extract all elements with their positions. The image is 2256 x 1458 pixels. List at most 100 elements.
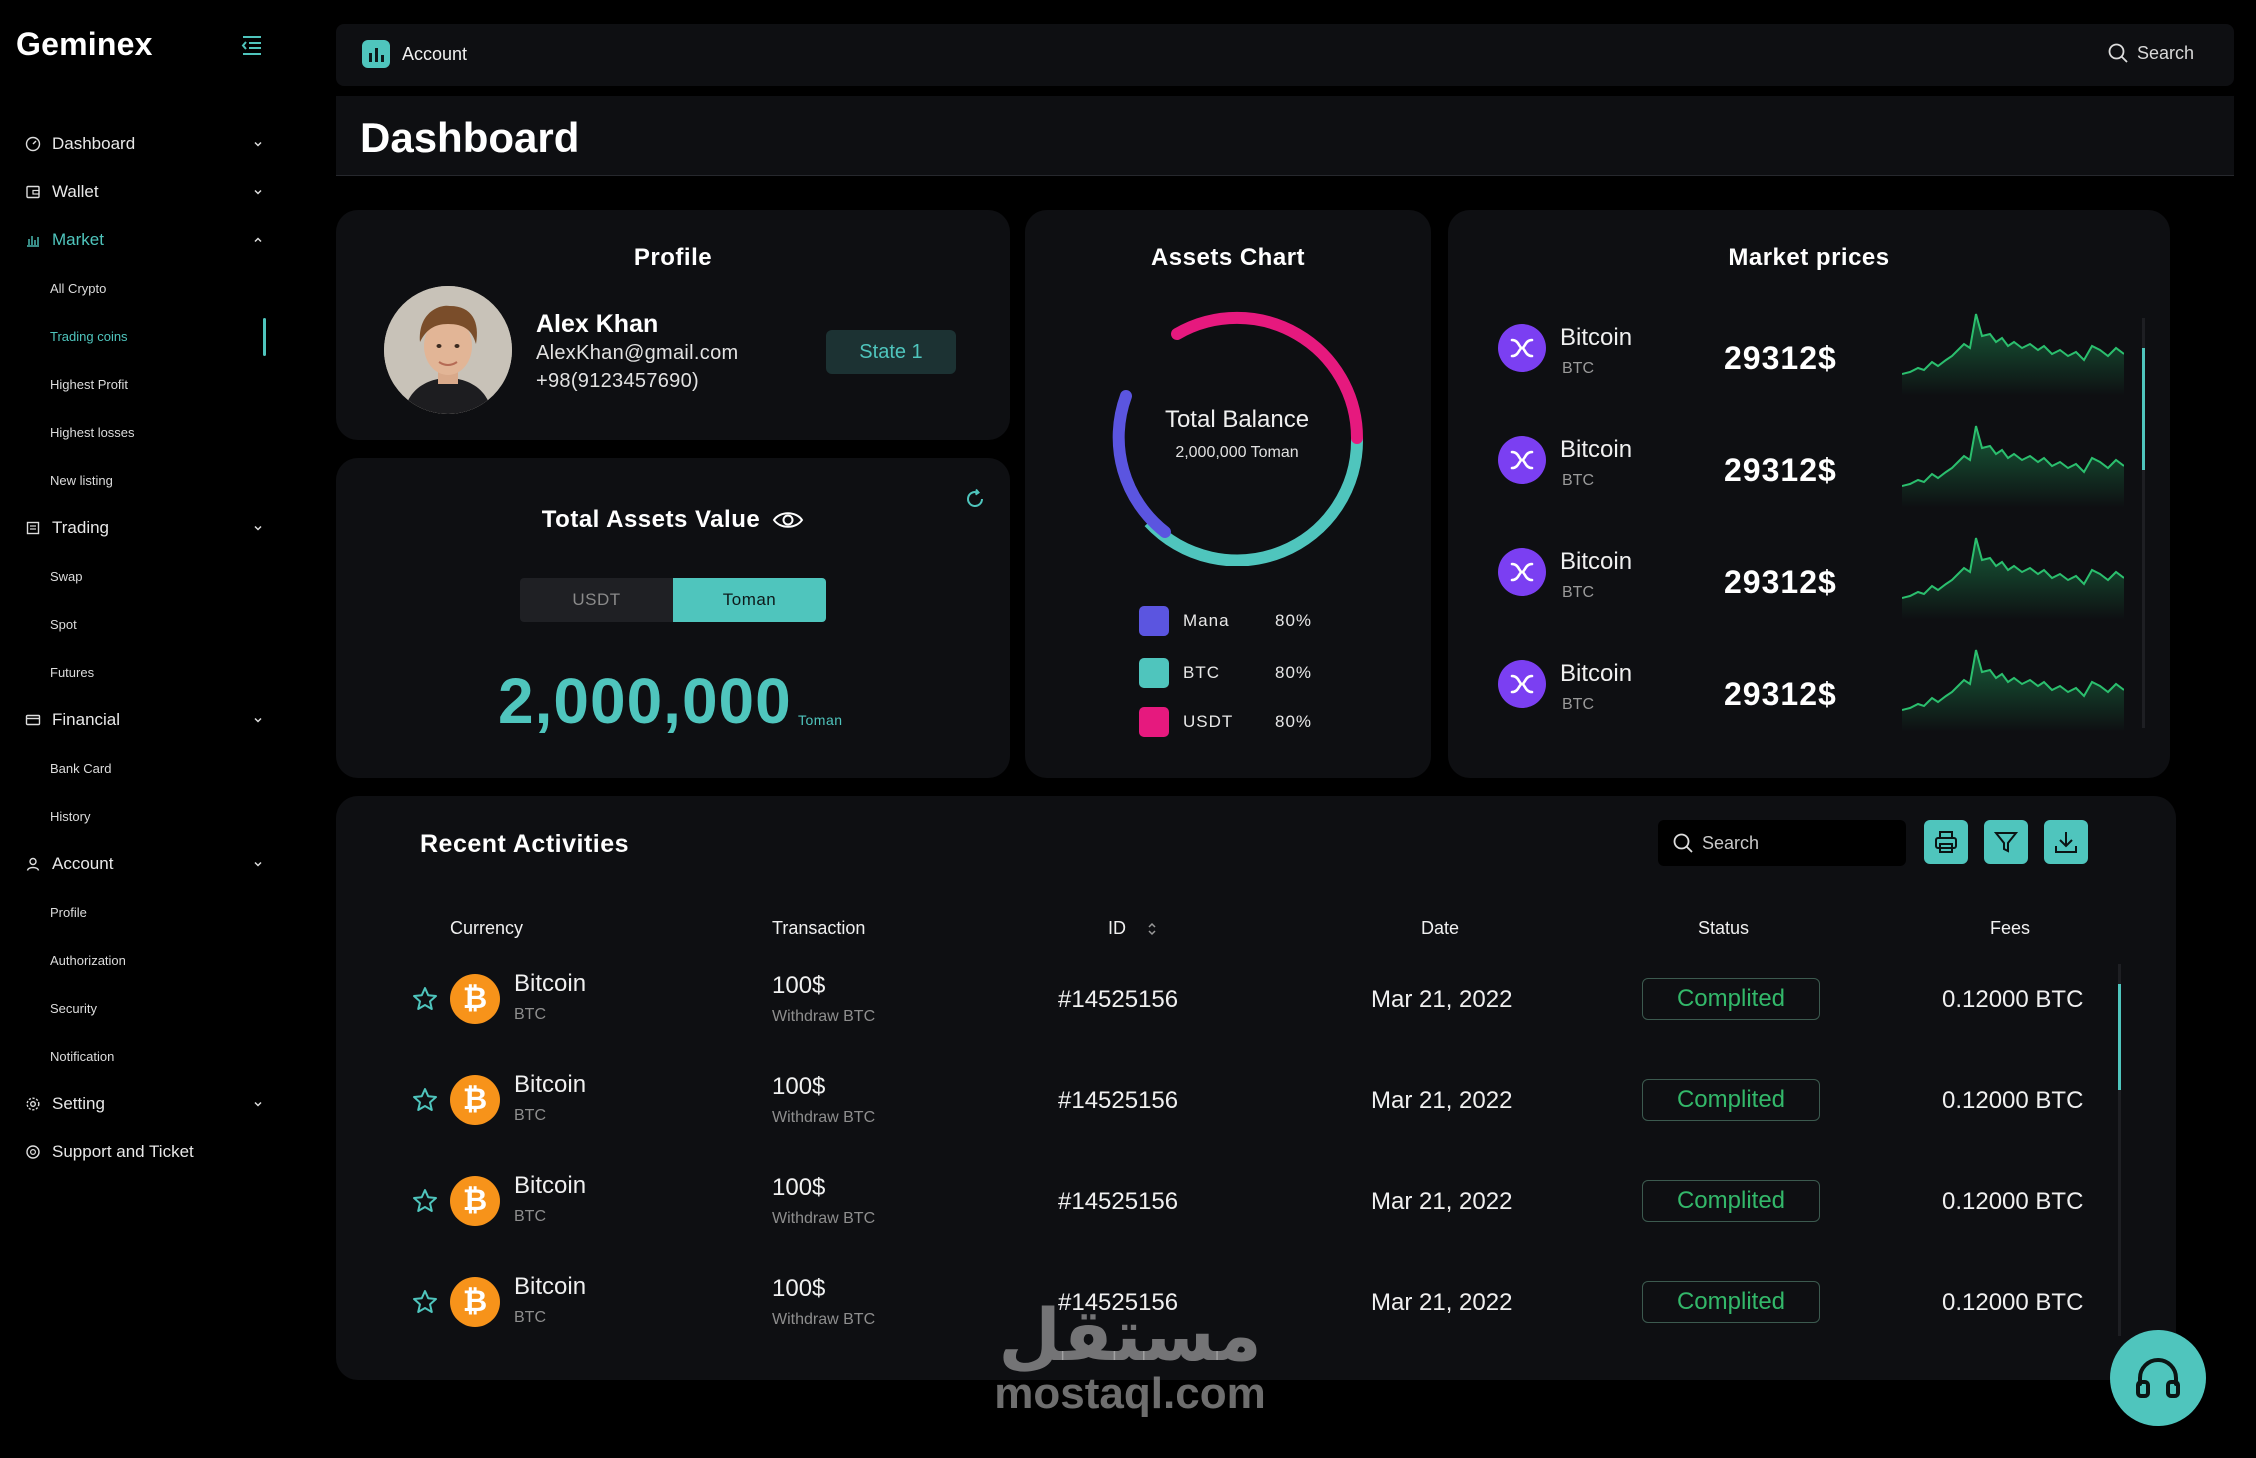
star-icon[interactable]: [412, 1289, 438, 1315]
transaction-amount: 100$: [772, 1073, 826, 1100]
sidebar-sub-swap[interactable]: Swap: [50, 564, 83, 588]
table-scrollbar-thumb[interactable]: [2118, 984, 2121, 1090]
transaction-amount: 100$: [772, 1275, 826, 1302]
sidebar-item-dashboard[interactable]: Dashboard: [24, 126, 264, 162]
market-row[interactable]: Bitcoin BTC 29312$: [1498, 530, 2124, 620]
col-label: Transaction: [772, 918, 866, 938]
state-button[interactable]: State 1: [826, 330, 956, 374]
sidebar-sub-history[interactable]: History: [50, 804, 90, 828]
col-header-currency[interactable]: Currency: [450, 918, 523, 939]
chevron-down-icon: [254, 141, 262, 147]
sidebar-item-setting[interactable]: Setting: [24, 1086, 264, 1122]
sidebar-item-market[interactable]: Market: [24, 222, 264, 258]
recent-search-input[interactable]: Search: [1658, 820, 1906, 866]
sidebar-item-financial[interactable]: Financial: [24, 702, 264, 738]
tab-usdt[interactable]: USDT: [520, 578, 673, 622]
coin-symbol: BTC: [514, 1006, 546, 1023]
download-button[interactable]: [2044, 820, 2088, 864]
transaction-desc: Withdraw BTC: [772, 1210, 876, 1227]
table-row[interactable]: ₿ Bitcoin BTC 100$ Withdraw BTC #14525156 Mar …: [336, 956, 2136, 1036]
sidebar-item-trading[interactable]: Trading: [24, 510, 264, 546]
eye-icon[interactable]: [772, 509, 804, 531]
refresh-icon[interactable]: [964, 488, 986, 510]
star-icon[interactable]: [412, 986, 438, 1012]
sidebar-item-wallet[interactable]: Wallet: [24, 174, 264, 210]
coin-logo-icon: [1498, 436, 1546, 484]
profile-name: Alex Khan: [536, 310, 659, 338]
total-assets-card: Total Assets Value USDT Toman 2,000,000 …: [336, 458, 1010, 778]
sort-icon[interactable]: [1146, 921, 1158, 937]
collapse-sidebar-icon[interactable]: [240, 34, 264, 56]
user-icon: [24, 855, 42, 873]
sidebar-sub-all-crypto[interactable]: All Crypto: [50, 276, 106, 300]
col-header-id[interactable]: ID: [1108, 918, 1158, 939]
sidebar-sub-futures[interactable]: Futures: [50, 660, 94, 684]
star-icon[interactable]: [412, 1087, 438, 1113]
sidebar-item-support[interactable]: Support and Ticket: [24, 1134, 264, 1170]
coin-name: Bitcoin: [1560, 436, 1633, 463]
printer-icon: [1935, 831, 1957, 853]
tab-toman[interactable]: Toman: [673, 578, 826, 622]
col-label: Status: [1698, 918, 1750, 938]
active-indicator: [263, 318, 266, 356]
col-header-status[interactable]: Status: [1698, 918, 1749, 939]
avatar: [384, 286, 512, 414]
sidebar-sub-authorization[interactable]: Authorization: [50, 948, 126, 972]
legend-pct: 80%: [1275, 712, 1313, 731]
market-scrollbar[interactable]: [2142, 318, 2145, 728]
top-search[interactable]: Search: [2107, 42, 2194, 64]
col-header-transaction[interactable]: Transaction: [772, 918, 865, 939]
transaction-desc: Withdraw BTC: [772, 1109, 876, 1126]
support-chat-button[interactable]: [2110, 1330, 2206, 1426]
transaction-id: #14525156: [1058, 1188, 1179, 1215]
transaction-fee: 0.12000 BTC: [1942, 1087, 2084, 1114]
sidebar-sub-security[interactable]: Security: [50, 996, 97, 1020]
col-header-fees[interactable]: Fees: [1990, 918, 2030, 939]
bitcoin-icon: ₿: [450, 1277, 500, 1327]
legend-swatch: [1139, 658, 1169, 688]
sparkline-chart: [1902, 537, 2124, 620]
market-scrollbar-thumb[interactable]: [2142, 348, 2145, 470]
coin-symbol: BTC: [1562, 360, 1594, 377]
sidebar-sub-trading-coins[interactable]: Trading coins: [50, 324, 128, 348]
profile-phone: +98(9123457690): [536, 370, 699, 392]
profile-title: Profile: [633, 244, 713, 271]
sidebar-item-account[interactable]: Account: [24, 846, 264, 882]
table-row[interactable]: ₿ Bitcoin BTC 100$ Withdraw BTC #14525156 Mar …: [336, 1057, 2136, 1137]
account-chart-icon[interactable]: [362, 40, 390, 68]
sparkline-area: [1902, 538, 2124, 620]
sidebar-sub-highest-profit[interactable]: Highest Profit: [50, 372, 128, 396]
search-icon: [1673, 833, 1693, 853]
table-row[interactable]: ₿ Bitcoin BTC 100$ Withdraw BTC #14525156 Mar …: [336, 1158, 2136, 1238]
sidebar-sub-profile[interactable]: Profile: [50, 900, 87, 924]
bitcoin-icon: ₿: [450, 1075, 500, 1125]
chevron-down-icon: [254, 861, 262, 867]
bar-chart-icon: [24, 231, 42, 249]
print-button[interactable]: [1924, 820, 1968, 864]
recent-title: Recent Activities: [420, 830, 630, 858]
market-row[interactable]: Bitcoin BTC 29312$: [1498, 642, 2124, 732]
sidebar-sub-new-listing[interactable]: New listing: [50, 468, 113, 492]
sidebar-sub-highest-losses[interactable]: Highest losses: [50, 420, 135, 444]
account-label[interactable]: Account: [402, 44, 467, 65]
market-row[interactable]: Bitcoin BTC 29312$: [1498, 306, 2124, 396]
sidebar-sub-spot[interactable]: Spot: [50, 612, 77, 636]
title-bar: Dashboard: [336, 96, 2234, 176]
gauge-icon: [24, 135, 42, 153]
transaction-id: #14525156: [1058, 1087, 1179, 1114]
headphones-icon: [2136, 1358, 2180, 1398]
coin-symbol: BTC: [514, 1107, 546, 1124]
filter-button[interactable]: [1984, 820, 2028, 864]
coin-price: 29312$: [1724, 340, 1837, 376]
sidebar-item-label: Support and Ticket: [52, 1142, 194, 1161]
profile-email: AlexKhan@gmail.com: [536, 342, 739, 364]
filter-icon: [1993, 832, 2019, 853]
star-icon[interactable]: [412, 1188, 438, 1214]
sidebar-sub-bank-card[interactable]: Bank Card: [50, 756, 111, 780]
market-row[interactable]: Bitcoin BTC 29312$: [1498, 418, 2124, 508]
table-scrollbar[interactable]: [2118, 964, 2121, 1336]
legend-swatch: [1139, 707, 1169, 737]
market-title: Market prices: [1728, 244, 1890, 271]
sidebar-sub-notification[interactable]: Notification: [50, 1044, 114, 1068]
col-header-date[interactable]: Date: [1421, 918, 1459, 939]
